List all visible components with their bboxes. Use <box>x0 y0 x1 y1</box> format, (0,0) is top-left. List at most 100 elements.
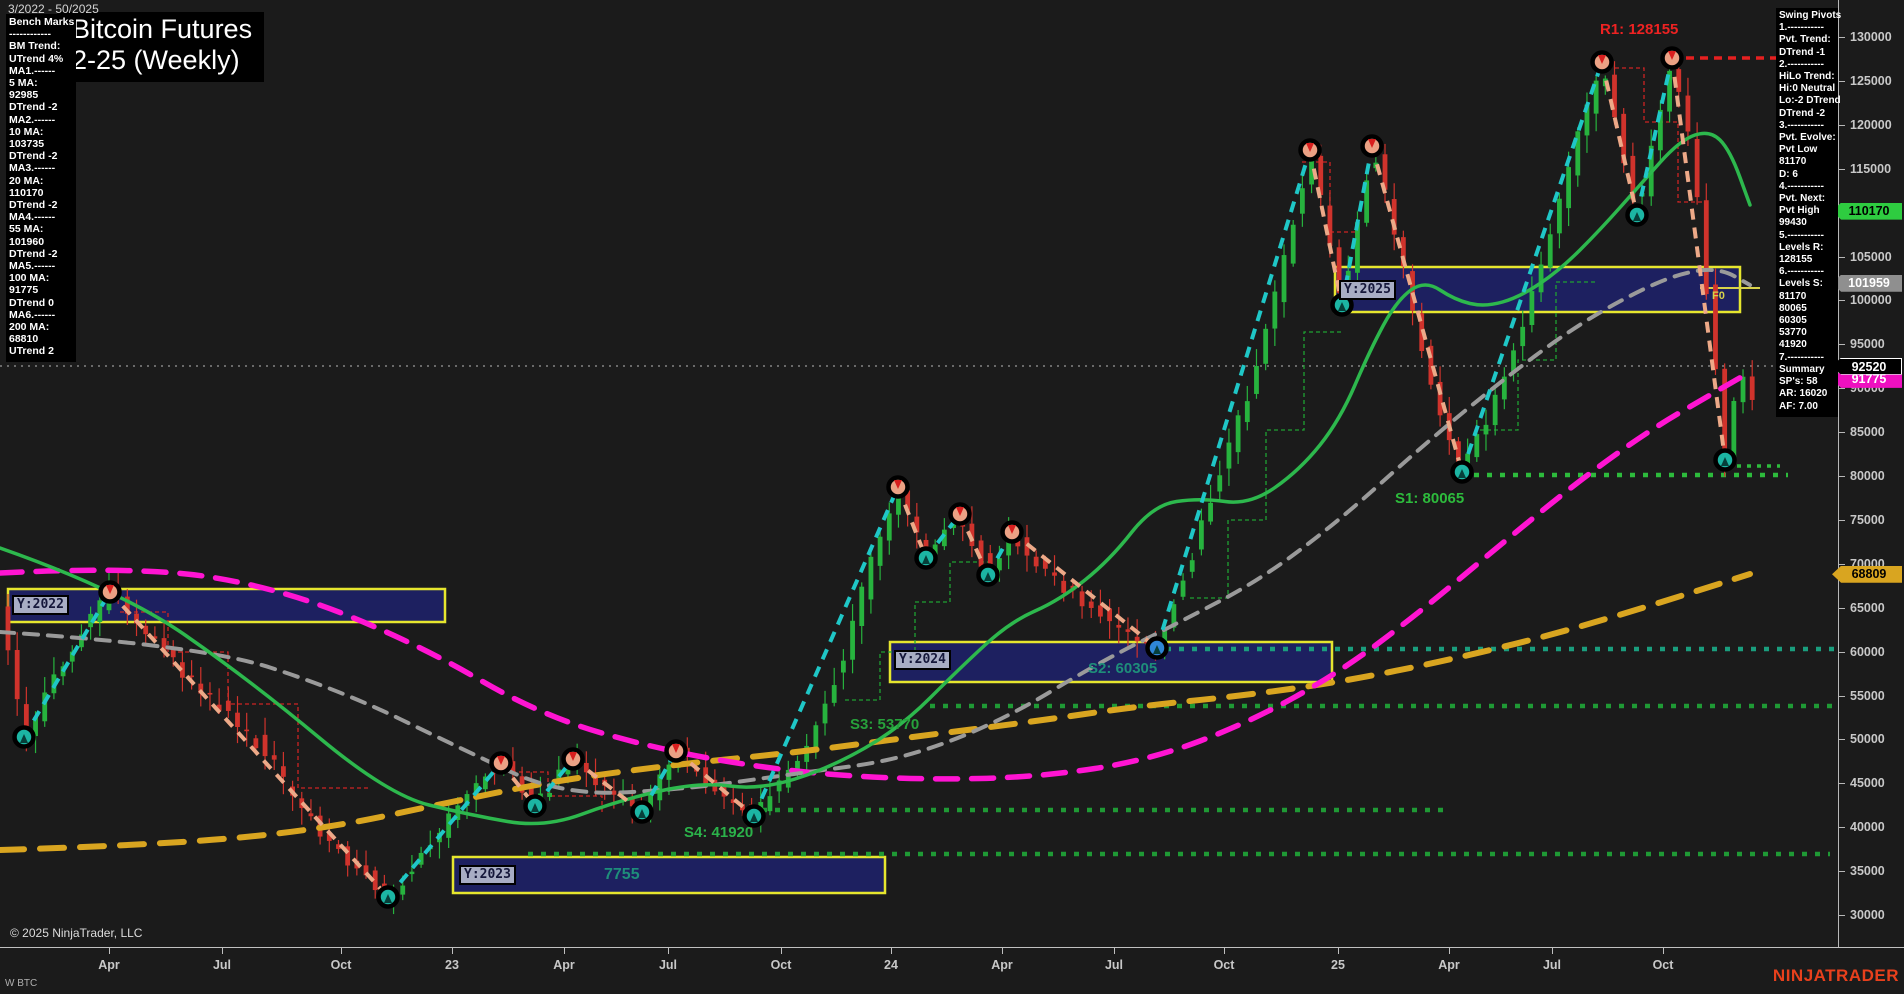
panel-line: 101960 <box>9 235 45 248</box>
panel-line: 81170 <box>1779 156 1807 168</box>
price-tick <box>1839 256 1845 258</box>
time-tick <box>109 948 110 954</box>
panel-line: Summary <box>1779 363 1825 375</box>
panel-line: Lo:-2 DTrend <box>1779 95 1841 107</box>
year-range-boxes <box>6 265 1742 895</box>
price-tick <box>1839 37 1845 38</box>
panel-line: Levels R: <box>1779 241 1824 253</box>
swing-pivots-panel: Swing Pivots 1.----------- Pvt. Trend: DTr… <box>1776 8 1841 417</box>
price-tick <box>1839 388 1845 390</box>
panel-line: 100 MA: <box>9 272 50 285</box>
panel-line: Pvt High <box>1779 205 1820 217</box>
panel-line: Pvt. Evolve: <box>1779 132 1836 144</box>
panel-line: AR: 16020 <box>1779 388 1828 400</box>
time-tick-label: Apr <box>553 958 575 972</box>
resistance-label-r1: R1: 128155 <box>1600 21 1679 38</box>
price-tick-label: 35000 <box>1850 864 1885 879</box>
price-tick <box>1839 739 1845 741</box>
price-tick <box>1839 124 1845 126</box>
year-chip-2024[interactable]: Y:2024 <box>894 650 951 670</box>
panel-line: 10 MA: <box>9 125 44 138</box>
price-tick <box>1839 519 1845 521</box>
price-tick-label: 45000 <box>1850 776 1885 791</box>
price-tick-label: 65000 <box>1850 600 1885 615</box>
panel-line: DTrend -2 <box>9 247 58 260</box>
support-label-s4: S4: 41920 <box>684 824 754 841</box>
price-tick <box>1839 344 1845 346</box>
panel-line: DTrend -1 <box>1779 46 1826 58</box>
price-tick <box>1839 168 1845 170</box>
partial-level-label: 7755 <box>604 866 640 883</box>
time-tick <box>1663 948 1664 954</box>
year-chip-2023[interactable]: Y:2023 <box>459 865 516 885</box>
support-label-s1: S1: 80065 <box>1395 490 1465 507</box>
moving-averages <box>0 131 1753 853</box>
price-tick-label: 105000 <box>1850 249 1892 264</box>
price-tick-label: 85000 <box>1850 425 1885 440</box>
panel-line: Pvt. Next: <box>1779 193 1826 205</box>
time-tick <box>781 948 782 954</box>
price-tick <box>1839 80 1845 82</box>
panel-line: 55 MA: <box>9 223 44 236</box>
panel-line: DTrend -2 <box>9 150 58 163</box>
bench-marks-title: Bench Marks <box>9 16 75 28</box>
price-tick <box>1839 563 1845 565</box>
price-badge: 110170 <box>1832 202 1902 220</box>
panel-line: UTrend 4% <box>9 52 64 65</box>
panel-line: 80065 <box>1779 302 1807 314</box>
time-tick-label: 24 <box>884 958 898 972</box>
panel-line: DTrend 0 <box>9 296 54 309</box>
panel-line: SP's: 58 <box>1779 376 1818 388</box>
price-badge: 101959 <box>1832 274 1902 292</box>
time-tick <box>341 948 342 954</box>
panel-line: 5.----------- <box>1779 229 1824 241</box>
panel-line: 53770 <box>1779 327 1807 339</box>
time-tick <box>1114 948 1115 954</box>
time-tick-label: Oct <box>1652 958 1674 972</box>
price-tick-label: 30000 <box>1850 908 1885 922</box>
price-axis[interactable]: 1300001250001200001150001100001050001000… <box>1832 0 1904 947</box>
ninjatrader-chart-window: 3/2022 - 50/2025 Bitcoin Futures 12-25 (… <box>0 0 1904 994</box>
panel-line: MA5.------ <box>9 260 56 273</box>
panel-line: 6.----------- <box>1779 266 1824 278</box>
price-tick-label: 100000 <box>1850 293 1892 308</box>
price-tick <box>1839 695 1845 697</box>
panel-line: DTrend -2 <box>9 101 58 114</box>
price-tick <box>1839 476 1845 477</box>
panel-line: 200 MA: <box>9 321 50 334</box>
panel-line: 60305 <box>1779 315 1807 327</box>
time-tick-label: Apr <box>98 958 120 972</box>
price-tick-label: 95000 <box>1850 337 1885 352</box>
panel-line: 41920 <box>1779 339 1807 351</box>
fib-label-f0: F0 <box>1712 290 1725 302</box>
instrument-tag: W BTC <box>5 978 38 989</box>
year-chip-2022[interactable]: Y:2022 <box>12 595 69 615</box>
panel-line: 2.----------- <box>1779 58 1824 70</box>
time-tick-label: Jul <box>1542 958 1562 972</box>
panel-line: 81170 <box>1779 290 1807 302</box>
time-axis-line <box>0 947 1904 948</box>
time-tick <box>891 948 892 954</box>
time-tick <box>1002 948 1003 954</box>
price-tick-label: 55000 <box>1850 688 1885 703</box>
panel-line: 3.----------- <box>1779 119 1824 131</box>
price-tick <box>1839 651 1845 653</box>
price-tick-label: 115000 <box>1850 161 1892 176</box>
panel-line: 20 MA: <box>9 174 44 187</box>
time-axis[interactable]: Apr Jul Oct 23 Apr Jul Oct 24 Apr Jul Oct 25 Apr Jul O… <box>0 947 1904 994</box>
price-tick <box>1839 783 1845 785</box>
panel-line: MA1.------ <box>9 64 56 77</box>
year-chip-2025[interactable]: Y:2025 <box>1339 280 1396 300</box>
time-tick-label: Apr <box>1438 958 1460 972</box>
time-tick-label: Oct <box>770 958 792 972</box>
candlesticks <box>5 59 1755 915</box>
panel-line: UTrend 2 <box>9 345 54 358</box>
panel-line: ------------ <box>9 28 51 41</box>
price-tick <box>1839 827 1845 829</box>
panel-line: 92985 <box>9 89 39 102</box>
chart-canvas[interactable] <box>0 0 1838 947</box>
panel-line: MA2.------ <box>9 113 56 126</box>
panel-line: BM Trend: <box>9 40 61 53</box>
price-tick-label: 50000 <box>1850 732 1885 747</box>
ninjatrader-logo: NINJATRADER <box>1772 966 1899 985</box>
